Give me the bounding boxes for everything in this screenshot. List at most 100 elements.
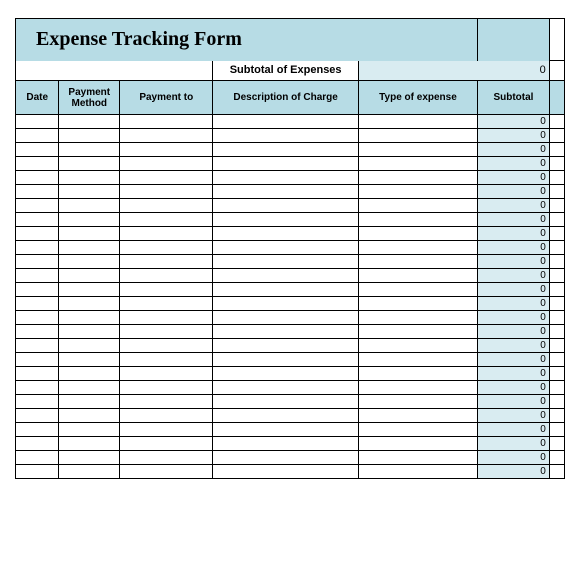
data-cell[interactable] [213, 367, 358, 381]
data-cell[interactable] [120, 227, 213, 241]
data-cell[interactable] [120, 395, 213, 409]
data-cell[interactable] [358, 129, 477, 143]
data-cell[interactable] [213, 255, 358, 269]
data-cell[interactable] [358, 171, 477, 185]
data-cell[interactable] [358, 227, 477, 241]
data-cell[interactable] [59, 339, 120, 353]
data-cell[interactable] [213, 185, 358, 199]
data-cell[interactable] [120, 311, 213, 325]
data-cell[interactable] [16, 129, 59, 143]
data-cell[interactable] [358, 269, 477, 283]
data-cell[interactable] [213, 465, 358, 479]
data-cell[interactable] [59, 297, 120, 311]
data-cell[interactable] [358, 367, 477, 381]
data-cell[interactable] [120, 437, 213, 451]
data-cell[interactable] [358, 143, 477, 157]
data-cell[interactable] [120, 367, 213, 381]
data-cell[interactable] [120, 129, 213, 143]
data-cell[interactable] [213, 269, 358, 283]
data-cell[interactable] [358, 339, 477, 353]
data-cell[interactable] [213, 213, 358, 227]
data-cell[interactable] [358, 325, 477, 339]
data-cell[interactable] [358, 409, 477, 423]
data-cell[interactable] [59, 269, 120, 283]
data-cell[interactable] [120, 423, 213, 437]
data-cell[interactable] [120, 199, 213, 213]
data-cell[interactable] [16, 367, 59, 381]
data-cell[interactable] [358, 465, 477, 479]
data-cell[interactable] [16, 423, 59, 437]
data-cell[interactable] [213, 423, 358, 437]
data-cell[interactable] [358, 241, 477, 255]
data-cell[interactable] [59, 437, 120, 451]
data-cell[interactable] [59, 143, 120, 157]
data-cell[interactable] [59, 115, 120, 129]
data-cell[interactable] [213, 325, 358, 339]
data-cell[interactable] [120, 353, 213, 367]
data-cell[interactable] [16, 171, 59, 185]
data-cell[interactable] [59, 199, 120, 213]
data-cell[interactable] [120, 143, 213, 157]
data-cell[interactable] [213, 199, 358, 213]
data-cell[interactable] [358, 353, 477, 367]
data-cell[interactable] [59, 367, 120, 381]
data-cell[interactable] [16, 465, 59, 479]
data-cell[interactable] [358, 311, 477, 325]
data-cell[interactable] [16, 185, 59, 199]
data-cell[interactable] [358, 381, 477, 395]
data-cell[interactable] [120, 465, 213, 479]
data-cell[interactable] [213, 451, 358, 465]
data-cell[interactable] [120, 115, 213, 129]
data-cell[interactable] [120, 325, 213, 339]
data-cell[interactable] [16, 451, 59, 465]
data-cell[interactable] [59, 353, 120, 367]
data-cell[interactable] [16, 311, 59, 325]
data-cell[interactable] [59, 311, 120, 325]
data-cell[interactable] [16, 255, 59, 269]
data-cell[interactable] [59, 381, 120, 395]
data-cell[interactable] [120, 171, 213, 185]
data-cell[interactable] [120, 409, 213, 423]
data-cell[interactable] [16, 437, 59, 451]
data-cell[interactable] [213, 311, 358, 325]
data-cell[interactable] [59, 395, 120, 409]
data-cell[interactable] [358, 437, 477, 451]
data-cell[interactable] [358, 423, 477, 437]
data-cell[interactable] [358, 395, 477, 409]
data-cell[interactable] [59, 129, 120, 143]
data-cell[interactable] [213, 381, 358, 395]
data-cell[interactable] [16, 241, 59, 255]
data-cell[interactable] [213, 143, 358, 157]
data-cell[interactable] [213, 283, 358, 297]
data-cell[interactable] [59, 157, 120, 171]
data-cell[interactable] [213, 227, 358, 241]
data-cell[interactable] [358, 255, 477, 269]
data-cell[interactable] [120, 269, 213, 283]
data-cell[interactable] [120, 213, 213, 227]
data-cell[interactable] [16, 143, 59, 157]
data-cell[interactable] [213, 339, 358, 353]
data-cell[interactable] [59, 185, 120, 199]
data-cell[interactable] [16, 199, 59, 213]
data-cell[interactable] [59, 255, 120, 269]
data-cell[interactable] [16, 325, 59, 339]
data-cell[interactable] [16, 269, 59, 283]
data-cell[interactable] [120, 339, 213, 353]
data-cell[interactable] [16, 283, 59, 297]
data-cell[interactable] [120, 451, 213, 465]
data-cell[interactable] [59, 283, 120, 297]
data-cell[interactable] [213, 241, 358, 255]
data-cell[interactable] [59, 227, 120, 241]
data-cell[interactable] [59, 325, 120, 339]
data-cell[interactable] [358, 297, 477, 311]
data-cell[interactable] [16, 227, 59, 241]
data-cell[interactable] [16, 395, 59, 409]
data-cell[interactable] [59, 451, 120, 465]
data-cell[interactable] [16, 353, 59, 367]
data-cell[interactable] [59, 213, 120, 227]
data-cell[interactable] [59, 423, 120, 437]
data-cell[interactable] [59, 171, 120, 185]
data-cell[interactable] [213, 129, 358, 143]
data-cell[interactable] [358, 185, 477, 199]
data-cell[interactable] [358, 157, 477, 171]
